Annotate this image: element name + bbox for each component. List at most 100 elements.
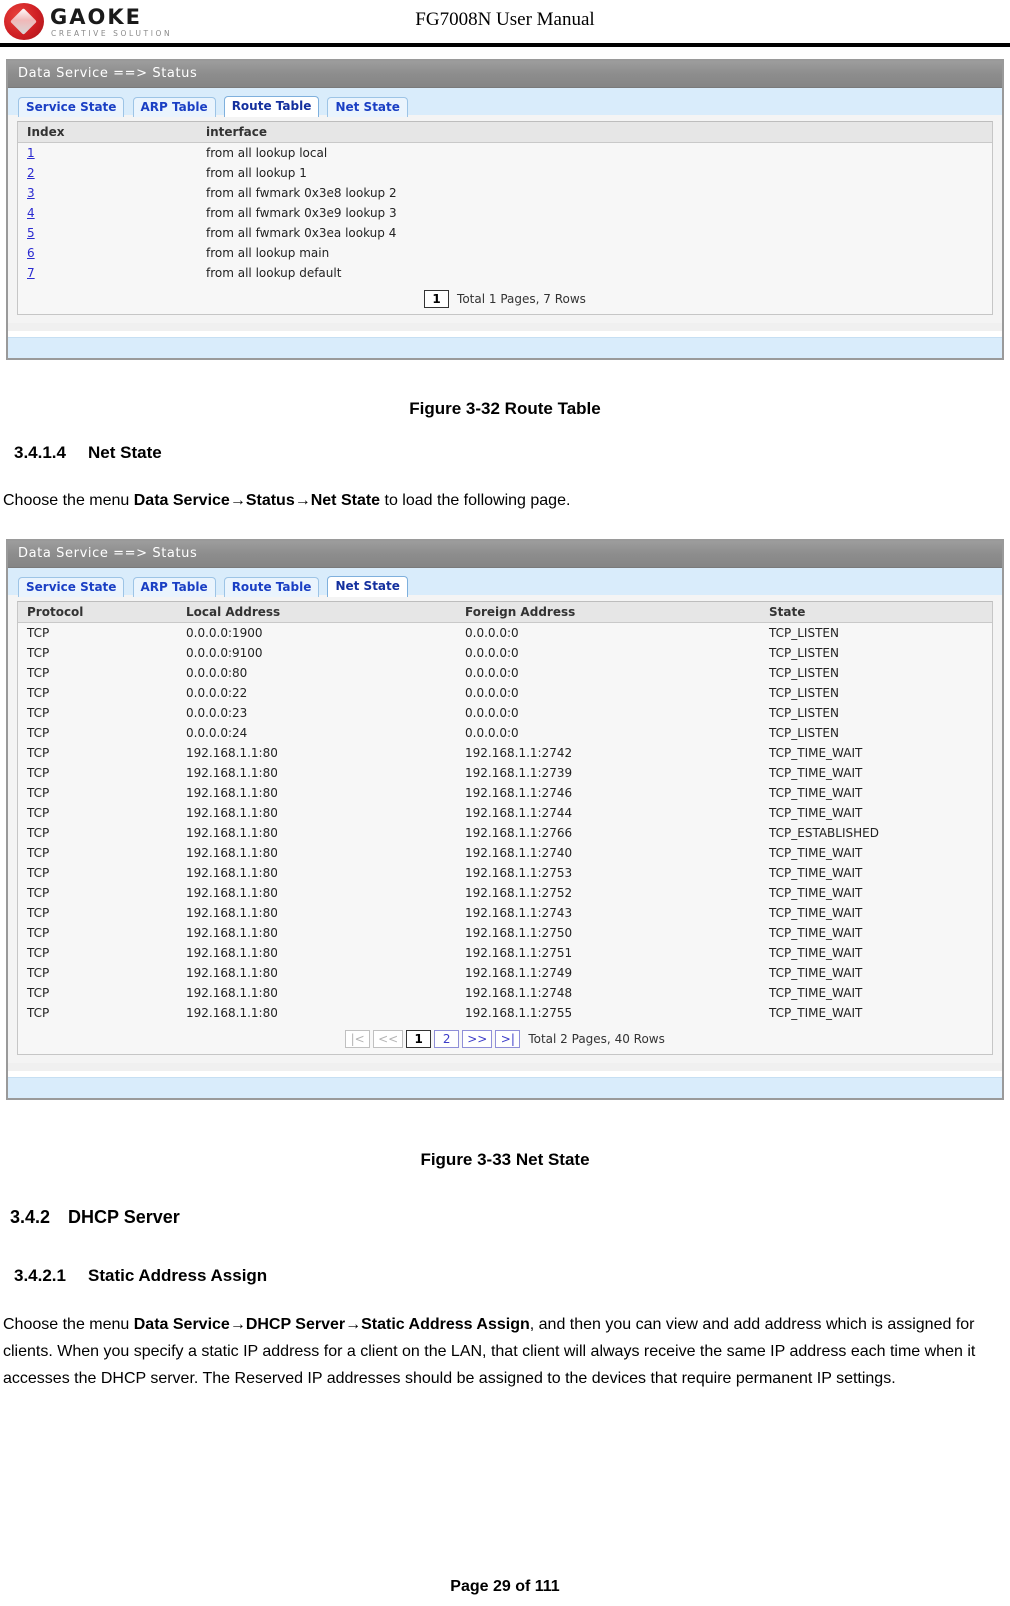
row-index-cell[interactable]: 3 [18,183,197,203]
header-divider [0,43,1010,47]
row-protocol-cell: TCP [18,743,177,763]
route-table-screenshot-panel: Data Service ==> Status Service State AR… [6,59,1004,360]
tab-service-state[interactable]: Service State [18,577,125,597]
row-local-address-cell: 192.168.1.1:80 [177,743,456,763]
net-state-grid: Protocol Local Address Foreign Address S… [17,601,993,1055]
pager-first-button[interactable]: |< [345,1030,371,1048]
section-title: DHCP Server [68,1207,180,1227]
panel-bottom-bar [8,1077,1002,1098]
panel-spacer [8,323,1002,331]
row-index-cell[interactable]: 1 [18,142,197,163]
row-index-cell[interactable]: 2 [18,163,197,183]
table-row: TCP 192.168.1.1:80 192.168.1.1:2742 TCP_TIM… [18,743,992,763]
tab-route-table[interactable]: Route Table [223,577,320,597]
row-protocol-cell: TCP [18,622,177,643]
tab-net-state[interactable]: Net State [327,576,408,597]
index-link[interactable]: 5 [27,226,35,240]
row-protocol-cell: TCP [18,863,177,883]
page-number-1[interactable]: 1 [406,1030,432,1048]
tab-arp-table[interactable]: ARP Table [132,577,216,597]
page-number-current[interactable]: 1 [424,290,450,308]
row-protocol-cell: TCP [18,923,177,943]
table-row: TCP 0.0.0.0:22 0.0.0.0:0 TCP_LISTEN [18,683,992,703]
section-heading-dhcp-server: 3.4.2 DHCP Server [10,1207,180,1228]
row-local-address-cell: 192.168.1.1:80 [177,823,456,843]
index-link[interactable]: 1 [27,146,35,160]
index-link[interactable]: 7 [27,266,35,280]
row-foreign-address-cell: 192.168.1.1:2752 [456,883,760,903]
row-protocol-cell: TCP [18,963,177,983]
row-state-cell: TCP_LISTEN [760,723,992,743]
tab-net-state[interactable]: Net State [327,97,408,117]
row-foreign-address-cell: 192.168.1.1:2755 [456,1003,760,1023]
row-foreign-address-cell: 0.0.0.0:0 [456,703,760,723]
row-foreign-address-cell: 192.168.1.1:2749 [456,963,760,983]
panel-tabbar: Service State ARP Table Route Table Net … [8,88,1002,117]
table-row: TCP 0.0.0.0:9100 0.0.0.0:0 TCP_LISTEN [18,643,992,663]
row-state-cell: TCP_TIME_WAIT [760,883,992,903]
table-row: TCP 192.168.1.1:80 192.168.1.1:2740 TCP_TIM… [18,843,992,863]
row-state-cell: TCP_TIME_WAIT [760,843,992,863]
net-state-table-body: TCP 0.0.0.0:1900 0.0.0.0:0 TCP_LISTEN TCP 0.0… [18,622,992,1023]
table-row: 3 from all fwmark 0x3e8 lookup 2 [18,183,992,203]
row-state-cell: TCP_TIME_WAIT [760,803,992,823]
table-row: 2 from all lookup 1 [18,163,992,183]
section-title: Static Address Assign [88,1266,268,1285]
row-protocol-cell: TCP [18,783,177,803]
row-local-address-cell: 192.168.1.1:80 [177,843,456,863]
row-local-address-cell: 192.168.1.1:80 [177,1003,456,1023]
row-index-cell[interactable]: 7 [18,263,197,283]
index-link[interactable]: 2 [27,166,35,180]
section-number: 3.4.2 [10,1207,51,1227]
column-header-protocol: Protocol [18,602,177,623]
row-local-address-cell: 192.168.1.1:80 [177,803,456,823]
pager-last-button[interactable]: >| [495,1030,521,1048]
index-link[interactable]: 3 [27,186,35,200]
row-local-address-cell: 192.168.1.1:80 [177,903,456,923]
intro-suffix: to load the following page. [380,492,571,509]
row-state-cell: TCP_LISTEN [760,663,992,683]
row-index-cell[interactable]: 4 [18,203,197,223]
row-protocol-cell: TCP [18,803,177,823]
net-state-pager: |< << 1 2 >> >| Total 2 Pages, 40 Rows [18,1023,992,1054]
row-local-address-cell: 0.0.0.0:24 [177,723,456,743]
row-local-address-cell: 192.168.1.1:80 [177,943,456,963]
row-local-address-cell: 192.168.1.1:80 [177,983,456,1003]
paragraph-prefix: Choose the menu [3,1316,134,1333]
row-local-address-cell: 192.168.1.1:80 [177,863,456,883]
index-link[interactable]: 6 [27,246,35,260]
row-state-cell: TCP_LISTEN [760,703,992,723]
row-state-cell: TCP_TIME_WAIT [760,983,992,1003]
row-state-cell: TCP_TIME_WAIT [760,783,992,803]
row-protocol-cell: TCP [18,823,177,843]
index-link[interactable]: 4 [27,206,35,220]
pager-prev-button[interactable]: << [373,1030,404,1048]
net-state-table: Protocol Local Address Foreign Address S… [18,602,992,1023]
row-state-cell: TCP_TIME_WAIT [760,1003,992,1023]
pager-next-button[interactable]: >> [462,1030,493,1048]
table-row: TCP 192.168.1.1:80 192.168.1.1:2755 TCP_TIM… [18,1003,992,1023]
column-header-interface: interface [197,122,992,143]
route-table-body: 1 from all lookup local 2 from all looku… [18,142,992,283]
page-footer: Page 29 of 111 [450,1578,560,1595]
row-index-cell[interactable]: 5 [18,223,197,243]
row-local-address-cell: 0.0.0.0:80 [177,663,456,683]
table-row: TCP 192.168.1.1:80 192.168.1.1:2749 TCP_TIM… [18,963,992,983]
tab-arp-table[interactable]: ARP Table [132,97,216,117]
row-protocol-cell: TCP [18,983,177,1003]
section-number: 3.4.2.1 [14,1266,66,1285]
row-state-cell: TCP_ESTABLISHED [760,823,992,843]
page-number-2[interactable]: 2 [434,1030,460,1048]
table-row: TCP 0.0.0.0:80 0.0.0.0:0 TCP_LISTEN [18,663,992,683]
tab-route-table[interactable]: Route Table [223,96,320,117]
page-header: GAOKE CREATIVE SOLUTION FG7008N User Man… [0,0,1010,47]
row-protocol-cell: TCP [18,683,177,703]
row-index-cell[interactable]: 6 [18,243,197,263]
row-interface-cell: from all fwmark 0x3e9 lookup 3 [197,203,992,223]
tab-service-state[interactable]: Service State [18,97,125,117]
row-state-cell: TCP_TIME_WAIT [760,743,992,763]
table-row: 5 from all fwmark 0x3ea lookup 4 [18,223,992,243]
table-row: TCP 192.168.1.1:80 192.168.1.1:2753 TCP_TIM… [18,863,992,883]
row-local-address-cell: 0.0.0.0:23 [177,703,456,723]
panel-content: Protocol Local Address Foreign Address S… [8,595,1002,1063]
